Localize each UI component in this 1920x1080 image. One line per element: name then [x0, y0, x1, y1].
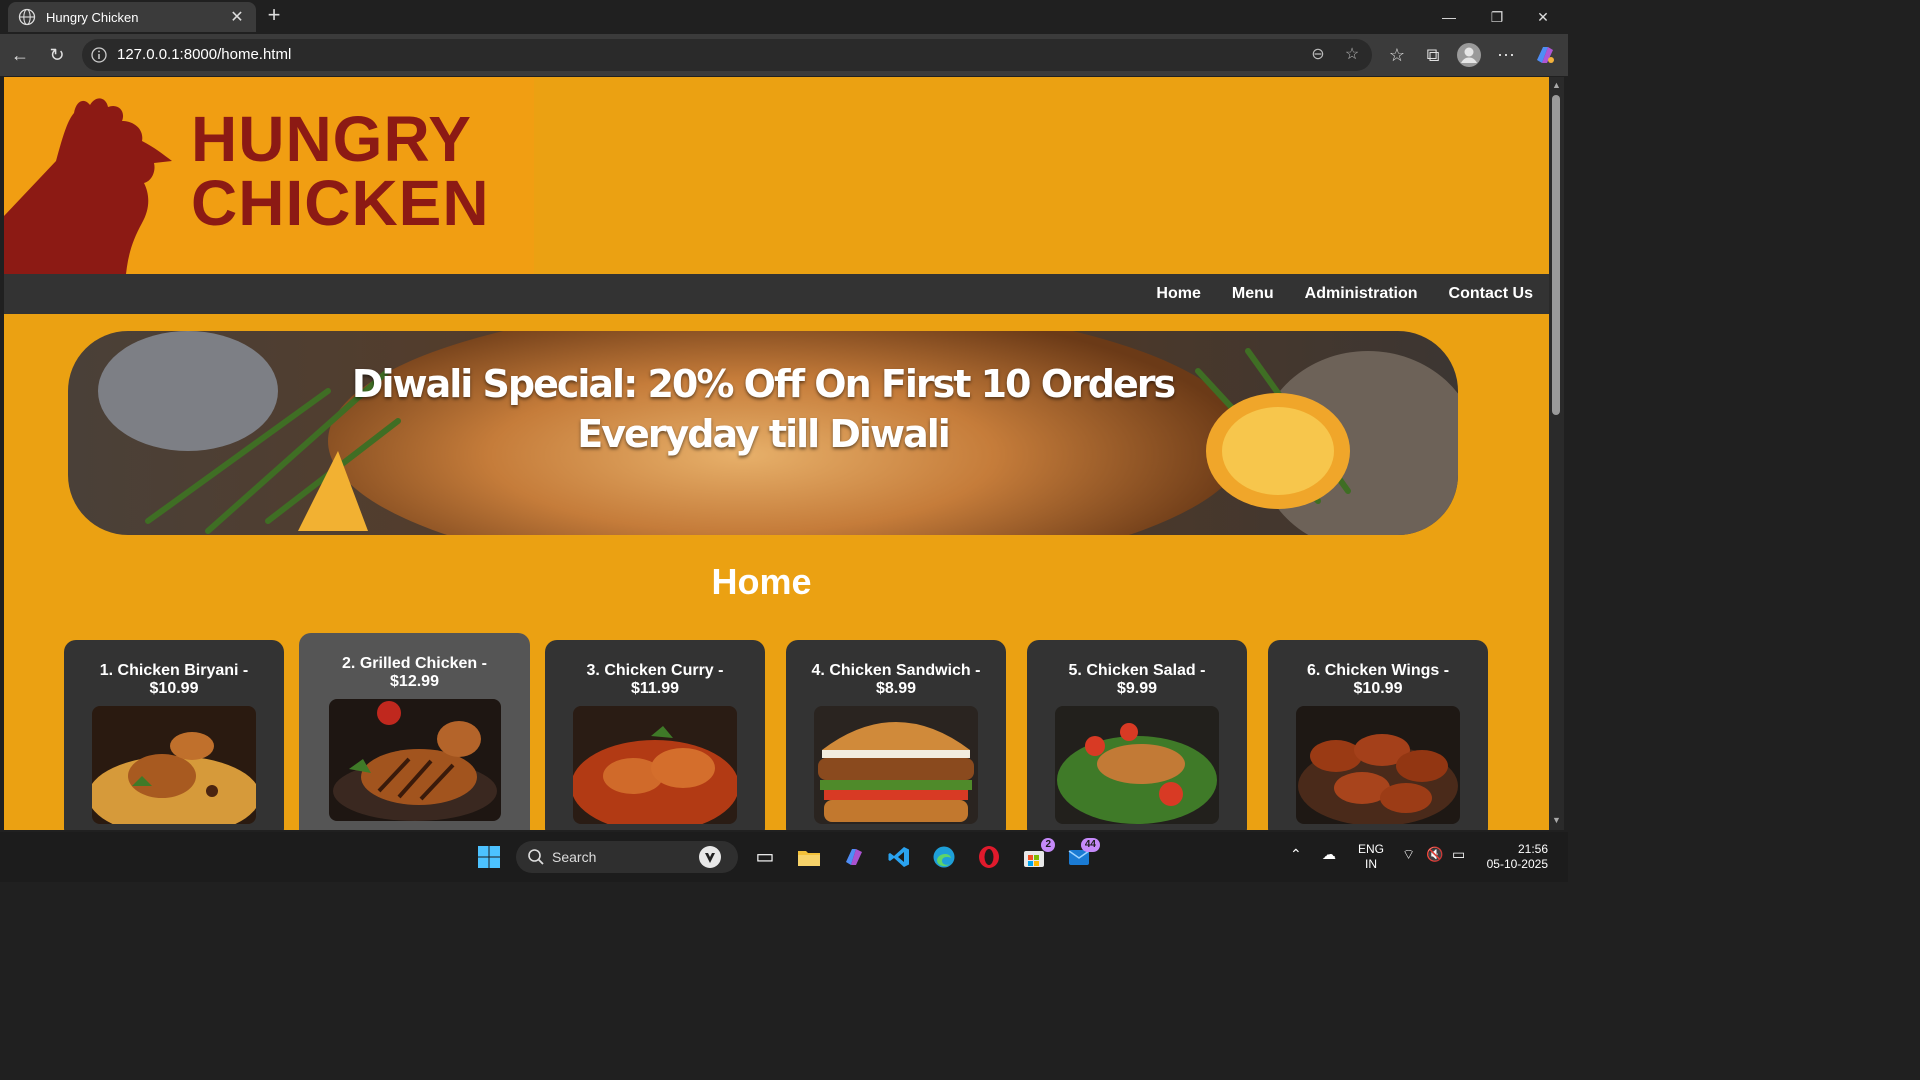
- promo-banner-text: Diwali Special: 20% Off On First 10 Orde…: [68, 359, 1458, 459]
- logo-wordmark: HUNGRY CHICKEN: [191, 107, 490, 235]
- globe-icon: [18, 8, 36, 26]
- copilot-app-icon[interactable]: [837, 840, 871, 874]
- rooster-logo-icon: [4, 98, 172, 274]
- tab-title: Hungry Chicken: [46, 9, 139, 25]
- menu-card-chicken-biryani[interactable]: 1. Chicken Biryani - $10.99: [64, 640, 284, 830]
- promo-line-1: Diwali Special: 20% Off On First 10 Orde…: [351, 362, 1176, 406]
- site-navbar: Home Menu Administration Contact Us: [4, 274, 1549, 314]
- address-bar[interactable]: 127.0.0.1:8000/home.html ⊖ ☆: [82, 39, 1372, 71]
- language-indicator[interactable]: ENG IN: [1358, 842, 1384, 872]
- nav-menu[interactable]: Menu: [1232, 285, 1274, 303]
- back-icon[interactable]: ←: [7, 42, 33, 68]
- task-view-icon[interactable]: ▭: [748, 840, 782, 874]
- logo-line-1: HUNGRY: [191, 103, 472, 175]
- mail-badge: 44: [1080, 838, 1100, 852]
- menu-card-chicken-curry[interactable]: 3. Chicken Curry - $11.99: [545, 640, 765, 830]
- more-menu-icon[interactable]: ⋯: [1493, 42, 1519, 68]
- promo-banner: Diwali Special: 20% Off On First 10 Orde…: [68, 331, 1458, 535]
- store-badge: 2: [1041, 838, 1055, 852]
- show-hidden-icons-chevron-icon[interactable]: ⌃: [1290, 846, 1302, 863]
- close-tab-icon[interactable]: ✕: [228, 7, 246, 27]
- card-price: $8.99: [875, 680, 917, 697]
- taskbar-search[interactable]: Search: [516, 841, 738, 873]
- card-price: $12.99: [390, 673, 439, 690]
- scroll-up-icon[interactable]: ▲: [1551, 80, 1562, 90]
- site-logo[interactable]: HUNGRY CHICKEN: [4, 77, 534, 274]
- biryani-photo: [92, 706, 256, 824]
- grilled-chicken-photo: [328, 699, 501, 821]
- url-text: 127.0.0.1:8000/home.html: [117, 46, 292, 63]
- onedrive-icon[interactable]: ☁: [1322, 846, 1336, 863]
- mail-icon[interactable]: 44: [1062, 838, 1100, 874]
- store-icon[interactable]: 2: [1017, 838, 1055, 874]
- nav-administration[interactable]: Administration: [1305, 285, 1418, 303]
- card-price: $11.99: [630, 680, 680, 697]
- zoom-out-icon[interactable]: ⊖: [1307, 44, 1329, 66]
- region-code: IN: [1365, 857, 1377, 871]
- scrollbar-thumb[interactable]: [1552, 95, 1560, 415]
- restore-icon[interactable]: ❐: [1474, 0, 1520, 34]
- card-name: 4. Chicken Sandwich -: [811, 662, 981, 679]
- search-icon: [528, 849, 544, 865]
- battery-icon[interactable]: ▭: [1452, 846, 1465, 863]
- start-windows-icon[interactable]: [472, 840, 506, 874]
- card-name: 2. Grilled Chicken -: [342, 655, 487, 672]
- curry-photo: [573, 706, 737, 824]
- volume-muted-icon[interactable]: 🔇: [1426, 846, 1443, 863]
- card-price: $10.99: [149, 680, 199, 697]
- card-name: 3. Chicken Curry -: [586, 662, 724, 679]
- clock-time: 21:56: [1517, 842, 1548, 856]
- menu-card-chicken-wings[interactable]: 6. Chicken Wings - $10.99: [1268, 640, 1488, 830]
- menu-card-chicken-salad[interactable]: 5. Chicken Salad - $9.99: [1027, 640, 1247, 830]
- page-title: Home: [711, 561, 812, 602]
- menu-card-grid: 1. Chicken Biryani - $10.99 2. Grilled C…: [64, 633, 1494, 830]
- profile-avatar-icon[interactable]: [1456, 42, 1482, 68]
- wifi-icon[interactable]: ⌔: [1402, 846, 1415, 864]
- tab-strip: Hungry Chicken ✕ + — ❐ ✕: [0, 0, 1568, 34]
- favorite-star-icon[interactable]: ☆: [1341, 44, 1363, 66]
- minimize-icon[interactable]: —: [1426, 0, 1472, 34]
- clock[interactable]: 21:56 05-10-2025: [1482, 842, 1548, 872]
- refresh-icon[interactable]: ↻: [44, 42, 70, 68]
- search-highlight-icon: [699, 846, 721, 868]
- sandwich-photo: [814, 706, 978, 824]
- search-label: Search: [552, 849, 597, 865]
- page-viewport: HUNGRY CHICKEN Home Menu Administration …: [4, 77, 1549, 830]
- browser-toolbar: ← ↻ 127.0.0.1:8000/home.html ⊖ ☆ ☆ ⧉ ⋯: [0, 34, 1568, 76]
- salad-photo: [1055, 706, 1219, 824]
- copilot-icon[interactable]: [1532, 42, 1558, 68]
- tab-hungry-chicken[interactable]: Hungry Chicken ✕: [8, 2, 256, 32]
- file-explorer-icon[interactable]: [792, 840, 826, 874]
- nav-contact-us[interactable]: Contact Us: [1449, 285, 1533, 303]
- card-price: $9.99: [1116, 680, 1158, 697]
- card-name: 5. Chicken Salad -: [1068, 662, 1206, 679]
- close-window-icon[interactable]: ✕: [1520, 0, 1566, 34]
- logo-line-2: CHICKEN: [191, 167, 490, 239]
- menu-card-grilled-chicken[interactable]: 2. Grilled Chicken - $12.99: [299, 633, 530, 830]
- menu-card-chicken-sandwich[interactable]: 4. Chicken Sandwich - $8.99: [786, 640, 1006, 830]
- card-price: $10.99: [1353, 680, 1403, 697]
- clock-date: 05-10-2025: [1486, 857, 1548, 871]
- card-name: 1. Chicken Biryani -: [99, 662, 249, 679]
- opera-icon[interactable]: [972, 840, 1006, 874]
- vscode-icon[interactable]: [882, 840, 916, 874]
- nav-home[interactable]: Home: [1156, 285, 1200, 303]
- scroll-down-icon[interactable]: ▼: [1551, 815, 1562, 825]
- language-code: ENG: [1358, 842, 1385, 856]
- edge-browser-icon[interactable]: [927, 840, 961, 874]
- site-info-icon[interactable]: [90, 46, 108, 64]
- collections-icon[interactable]: ⧉: [1420, 42, 1446, 68]
- new-tab-icon[interactable]: +: [262, 4, 286, 28]
- favorites-icon[interactable]: ☆: [1384, 42, 1410, 68]
- promo-line-2: Everyday till Diwali: [577, 412, 951, 456]
- card-name: 6. Chicken Wings -: [1306, 662, 1450, 679]
- wings-photo: [1296, 706, 1460, 824]
- page-scrollbar[interactable]: ▲ ▼: [1549, 77, 1564, 830]
- windows-taskbar: Search ▭ 2 44 ⌃ ☁ ENG IN ⌔ 🔇 ▭ 21:56 05-…: [0, 832, 1568, 882]
